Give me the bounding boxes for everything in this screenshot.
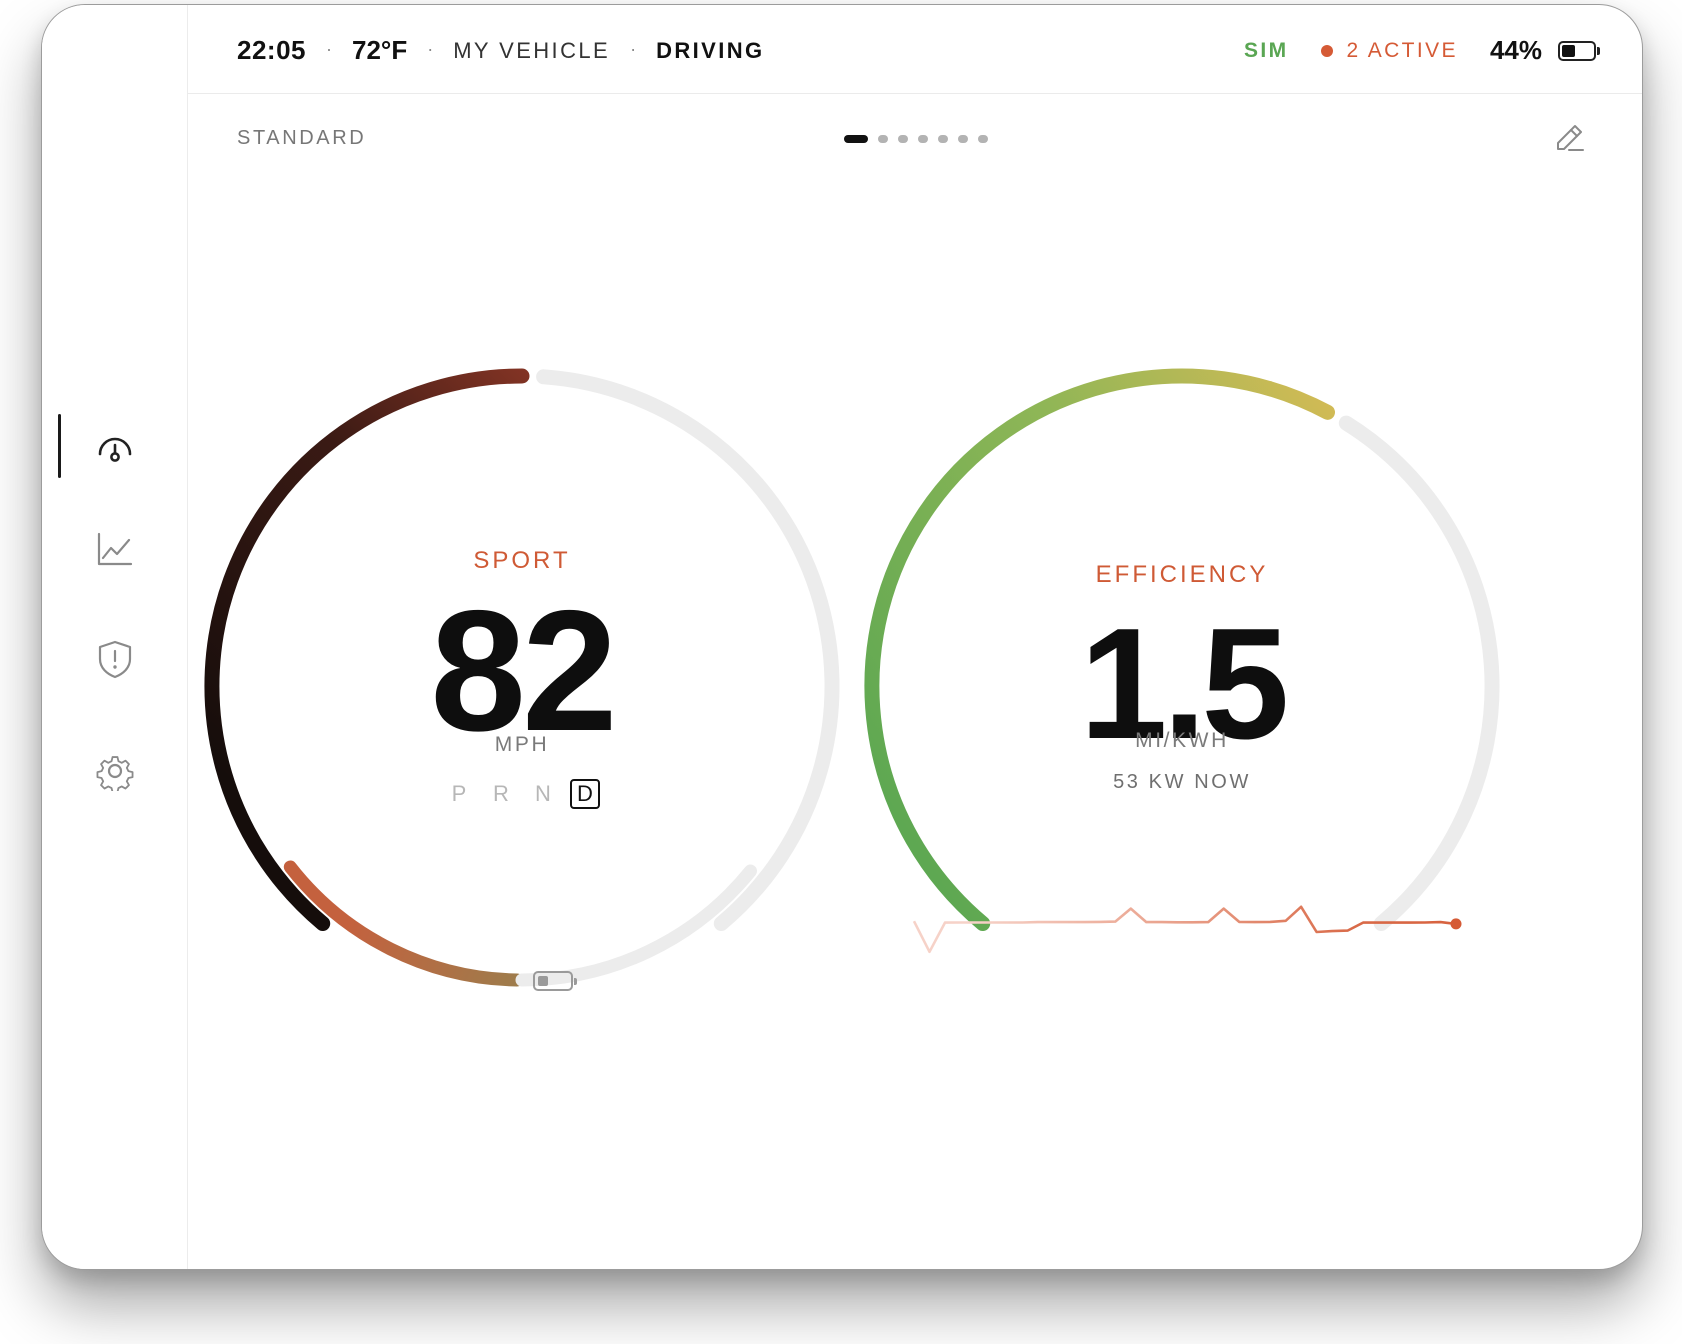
battery-fill: [538, 976, 548, 986]
device-frame: 22:05 · 72°F · MY VEHICLE · DRIVING SIM …: [41, 4, 1643, 1270]
gear-selector[interactable]: PRND: [422, 779, 622, 809]
history-current-point: [1450, 918, 1462, 930]
power-readout: 53 KW NOW: [1113, 771, 1251, 793]
gauges-canvas: [204, 368, 1500, 987]
speed-unit: MPH: [494, 733, 550, 756]
gear-option[interactable]: D: [570, 779, 600, 809]
efficiency-history-line: [912, 905, 1457, 954]
gauges-area: SPORT 82 MPH PRND EFFICIENCY 1.5 MI/KWH …: [42, 5, 1642, 1269]
efficiency-unit: MI/KWH: [1135, 729, 1229, 752]
efficiency-label: EFFICIENCY: [1095, 561, 1269, 588]
speed-value: 82: [430, 575, 617, 767]
gear-option[interactable]: R: [486, 779, 516, 809]
gear-option[interactable]: P: [444, 779, 474, 809]
efficiency-track: [1338, 415, 1500, 931]
battery-icon: [533, 971, 577, 991]
drive-mode-label[interactable]: SPORT: [422, 547, 622, 575]
gear-option[interactable]: N: [528, 779, 558, 809]
